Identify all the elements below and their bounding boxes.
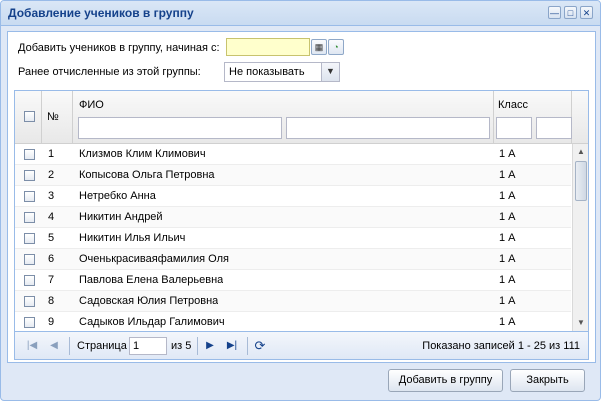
row-checkbox[interactable]: [24, 212, 35, 223]
row-checkbox[interactable]: [24, 317, 35, 328]
table-row[interactable]: 2 Копысова Ольга Петровна 1 А: [15, 165, 571, 186]
page-count-label: из 5: [171, 340, 192, 352]
close-icon[interactable]: ✕: [580, 6, 593, 19]
row-fio: Клизмов Клим Климович: [79, 148, 206, 160]
row-num: 3: [48, 190, 55, 202]
add-to-group-button[interactable]: Добавить в группу: [388, 369, 503, 392]
refresh-icon[interactable]: ⟳: [253, 339, 267, 353]
paging-toolbar: |◀ ◀ Страница 1 из 5 ▶ ▶| ⟳ Показано зап…: [15, 331, 588, 359]
select-all-checkbox[interactable]: [24, 111, 35, 122]
prev-page-icon[interactable]: ◀: [47, 339, 61, 353]
dialog-body: Добавить учеников в группу, начиная с: ▦…: [7, 31, 596, 363]
scroll-down-icon[interactable]: ▼: [573, 315, 588, 331]
expelled-select[interactable]: Не показывать ▼: [224, 62, 340, 82]
row-num: 7: [48, 274, 55, 286]
row-checkbox[interactable]: [24, 170, 35, 181]
row-num: 1: [48, 148, 55, 160]
minimize-icon[interactable]: —: [548, 6, 561, 19]
today-date-icon[interactable]: ◔: [328, 39, 344, 55]
add-from-label: Добавить учеников в группу, начиная с:: [18, 42, 220, 54]
calendar-icon[interactable]: ▦: [311, 39, 327, 55]
row-class: 1 А: [499, 274, 516, 286]
row-num: 4: [48, 211, 55, 223]
row-class: 1 А: [499, 148, 516, 160]
row-fio: Садовская Юлия Петровна: [79, 295, 219, 307]
row-checkbox[interactable]: [24, 233, 35, 244]
class-column-label: Класс: [498, 99, 528, 111]
row-fio: Никитин Илья Ильич: [79, 232, 186, 244]
row-class: 1 А: [499, 211, 516, 223]
row-checkbox[interactable]: [24, 149, 35, 160]
dialog-window: Добавление учеников в группу — □ ✕ Добав…: [0, 0, 601, 401]
row-num: 6: [48, 253, 55, 265]
row-num: 9: [48, 316, 55, 328]
maximize-icon[interactable]: □: [564, 6, 577, 19]
scroll-up-icon[interactable]: ▲: [573, 144, 588, 160]
row-checkbox[interactable]: [24, 191, 35, 202]
row-num: 8: [48, 295, 55, 307]
row-class: 1 А: [499, 169, 516, 181]
pager-separator: [69, 337, 70, 355]
first-page-icon[interactable]: |◀: [25, 339, 39, 353]
row-fio: Копысова Ольга Петровна: [79, 169, 215, 181]
table-row[interactable]: 8 Садовская Юлия Петровна 1 А: [15, 291, 571, 312]
header-num-col[interactable]: №: [42, 91, 73, 143]
row-class: 1 А: [499, 253, 516, 265]
table-row[interactable]: 4 Никитин Андрей 1 А: [15, 207, 571, 228]
table-row[interactable]: 7 Павлова Елена Валерьевна 1 А: [15, 270, 571, 291]
row-fio: Нетребко Анна: [79, 190, 156, 202]
row-class: 1 А: [499, 190, 516, 202]
row-class: 1 А: [499, 295, 516, 307]
row-fio: Никитин Андрей: [79, 211, 163, 223]
num-column-label: №: [47, 111, 59, 123]
row-fio: Павлова Елена Валерьевна: [79, 274, 224, 286]
header-select-all-col: [15, 91, 42, 143]
expelled-select-value: Не показывать: [229, 66, 305, 78]
close-button[interactable]: Закрыть: [510, 369, 585, 392]
students-grid: № ФИО Класс 1 Клизмов Клим Климович 1 А …: [14, 90, 589, 360]
last-page-icon[interactable]: ▶|: [225, 339, 239, 353]
add-from-date-input[interactable]: [226, 38, 310, 56]
table-row[interactable]: 1 Клизмов Клим Климович 1 А: [15, 144, 571, 165]
pager-separator: [247, 337, 248, 355]
row-num: 5: [48, 232, 55, 244]
table-row[interactable]: 3 Нетребко Анна 1 А: [15, 186, 571, 207]
row-checkbox[interactable]: [24, 254, 35, 265]
next-page-icon[interactable]: ▶: [203, 339, 217, 353]
table-row[interactable]: 5 Никитин Илья Ильич 1 А: [15, 228, 571, 249]
window-title: Добавление учеников в группу: [8, 6, 194, 20]
page-label: Страница: [77, 340, 127, 352]
grid-scrollbar[interactable]: ▲ ▼: [572, 144, 588, 331]
chevron-down-icon[interactable]: ▼: [321, 63, 339, 81]
records-summary: Показано записей 1 - 25 из 111: [422, 340, 580, 352]
fio-filter-input-2[interactable]: [286, 117, 490, 139]
row-checkbox[interactable]: [24, 296, 35, 307]
fio-column-label: ФИО: [79, 99, 104, 111]
table-row[interactable]: 9 Садыков Ильдар Галимович 1 А: [15, 312, 571, 333]
row-checkbox[interactable]: [24, 275, 35, 286]
title-bar[interactable]: Добавление учеников в группу — □ ✕: [1, 1, 600, 26]
row-class: 1 А: [499, 316, 516, 328]
row-num: 2: [48, 169, 55, 181]
row-fio: Оченькрасиваяфамилия Оля: [79, 253, 229, 265]
row-class: 1 А: [499, 232, 516, 244]
table-row[interactable]: 6 Оченькрасиваяфамилия Оля 1 А: [15, 249, 571, 270]
class-filter-input-1[interactable]: [496, 117, 532, 139]
pager-separator: [197, 337, 198, 355]
row-fio: Садыков Ильдар Галимович: [79, 316, 225, 328]
page-number-input[interactable]: 1: [129, 337, 167, 355]
grid-header: № ФИО Класс: [15, 91, 588, 144]
fio-filter-input-1[interactable]: [78, 117, 282, 139]
expelled-label: Ранее отчисленные из этой группы:: [18, 66, 201, 78]
class-filter-input-2[interactable]: [536, 117, 572, 139]
scroll-thumb[interactable]: [575, 161, 587, 201]
